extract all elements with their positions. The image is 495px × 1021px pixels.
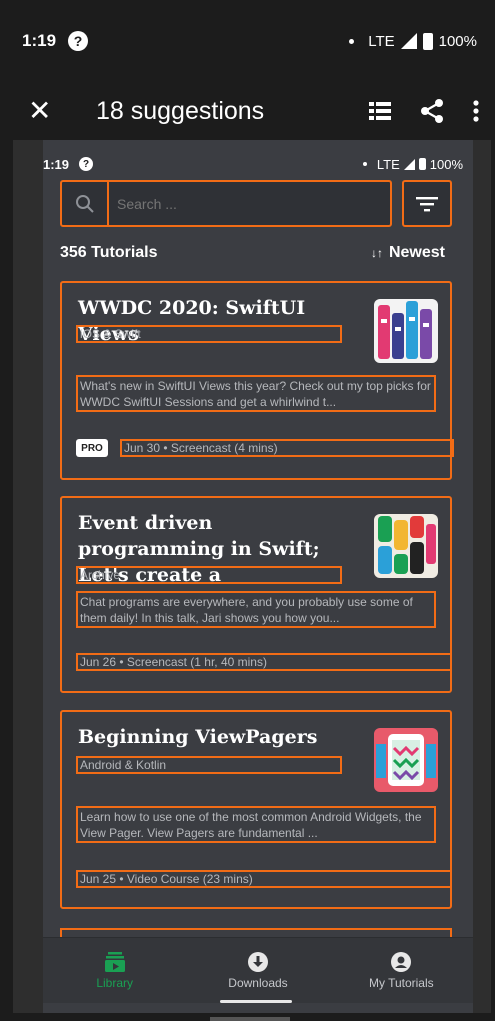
card-meta: Jun 25 • Video Course (23 mins) — [76, 870, 452, 888]
card-description: Chat programs are everywhere, and you pr… — [76, 591, 436, 628]
search-bar — [60, 180, 392, 227]
download-icon — [247, 951, 268, 972]
tutorial-count: 356 Tutorials — [60, 244, 158, 261]
inner-network-label: LTE — [376, 156, 400, 172]
nav-my-tutorials-label: My Tutorials — [368, 975, 434, 990]
status-time: 1:19 — [22, 31, 57, 50]
inner-status-bar: 1:19 ? LTE 100% — [43, 154, 463, 174]
card-meta: Jun 30 • Screencast (4 mins) — [120, 439, 454, 457]
card-category: iOS & Swift — [76, 325, 342, 343]
tutorial-card[interactable] — [60, 928, 452, 937]
nav-downloads[interactable]: Downloads — [186, 938, 329, 1003]
battery-level: 100% — [438, 32, 477, 50]
profile-icon — [391, 951, 412, 972]
inner-notification-dot-icon — [362, 162, 367, 166]
more-vert-icon[interactable] — [473, 100, 479, 122]
nav-my-tutorials[interactable]: My Tutorials — [330, 938, 473, 1003]
help-icon: ? — [68, 31, 89, 51]
close-icon[interactable]: ✕ — [28, 97, 56, 125]
tutorial-card[interactable]: WWDC 2020: SwiftUI Views iOS & Swift Wha… — [60, 281, 454, 480]
sort-button[interactable]: ↓↑ Newest — [371, 244, 445, 262]
tutorial-thumbnail — [374, 299, 438, 363]
filter-button[interactable] — [402, 180, 452, 227]
battery-icon — [422, 32, 433, 50]
card-category: Android & Kotlin — [76, 756, 342, 774]
search-input[interactable] — [109, 182, 390, 225]
app-bar: ✕ 18 suggestions — [0, 82, 495, 140]
network-label: LTE — [368, 32, 395, 50]
signal-icon — [400, 33, 417, 49]
card-category: Archive — [76, 566, 342, 584]
card-title: Beginning ViewPagers — [78, 726, 318, 748]
card-meta: Jun 26 • Screencast (1 hr, 40 mins) — [76, 653, 452, 671]
home-indicator[interactable] — [210, 1017, 290, 1021]
sort-icon: ↓↑ — [370, 246, 383, 260]
notification-dot-icon — [349, 38, 355, 44]
inner-battery-level: 100% — [429, 156, 463, 172]
tutorial-card[interactable]: Beginning ViewPagers Android & Kotlin Le… — [60, 710, 452, 909]
status-bar: 1:19 ? LTE 100% — [0, 0, 495, 82]
pro-badge: PRO — [76, 439, 108, 457]
inner-signal-icon — [403, 158, 415, 170]
nav-library[interactable]: Library — [43, 938, 186, 1003]
inner-battery-icon — [418, 158, 426, 170]
card-description: What's new in SwiftUI Views this year? C… — [76, 375, 436, 412]
screen: 1:19 ? LTE 100% ✕ 18 suggestions 1:19 ? … — [0, 0, 495, 1021]
tutorial-card[interactable]: Event driven programming in Swift; Let's… — [60, 496, 452, 693]
page-title: 18 suggestions — [96, 96, 265, 125]
search-icon[interactable] — [62, 182, 109, 225]
inner-help-icon: ? — [79, 157, 94, 171]
list-icon[interactable] — [369, 102, 391, 120]
list-header: 356 Tutorials ↓↑ Newest — [60, 244, 445, 262]
filter-icon — [416, 196, 438, 211]
inner-home-indicator — [220, 1000, 292, 1003]
bottom-navigation: Library Downloads My Tutorials — [43, 937, 473, 1003]
card-description: Learn how to use one of the most common … — [76, 806, 436, 843]
inner-status-time: 1:19 — [43, 156, 70, 172]
tutorial-thumbnail — [374, 728, 438, 792]
nav-library-label: Library — [96, 975, 133, 990]
sort-label: Newest — [388, 244, 445, 261]
library-icon — [104, 951, 125, 972]
nav-downloads-label: Downloads — [228, 975, 288, 990]
tutorial-thumbnail — [374, 514, 438, 578]
share-icon[interactable] — [421, 99, 443, 123]
